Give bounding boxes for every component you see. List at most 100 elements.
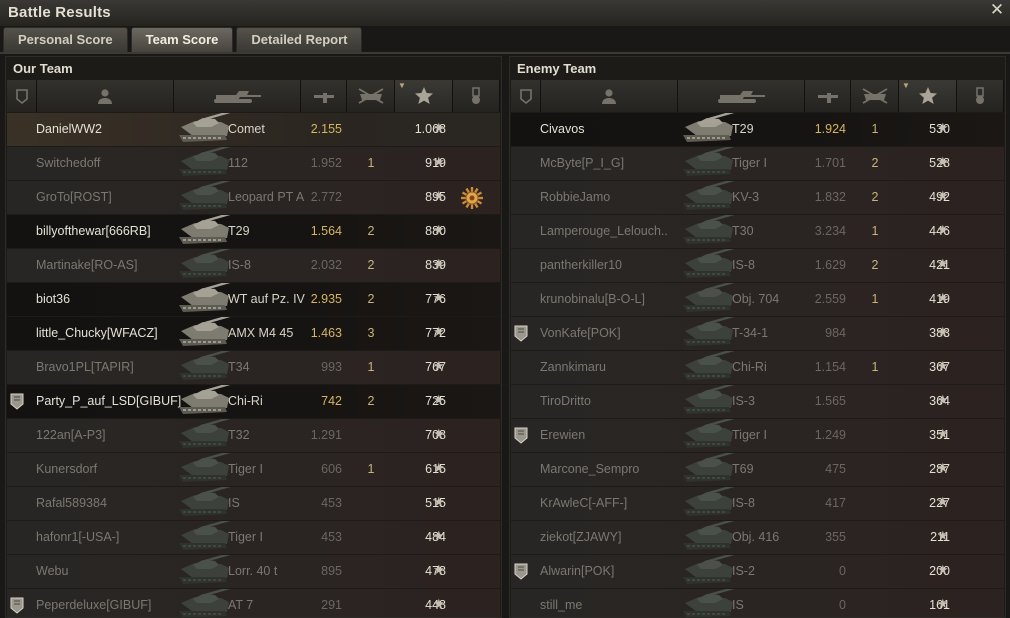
table-row[interactable]: Civavos T29 1.924 1 530 ★ — [511, 109, 1004, 146]
kills-value: 2 — [871, 156, 879, 170]
table-row[interactable]: Erewien Tiger I 1.249 351 ★ — [511, 415, 1004, 452]
tab-team-score[interactable]: Team Score — [130, 27, 234, 52]
star-icon: ★ — [937, 324, 949, 339]
column-header-squad[interactable] — [7, 80, 37, 112]
star-icon: ★ — [937, 562, 949, 577]
table-row[interactable]: KrAwleC[-AFF-] IS-8 417 227 ★ — [511, 483, 1004, 520]
column-header-damage-gun[interactable] — [301, 80, 347, 112]
damage-value: 453 — [321, 496, 342, 510]
enemy-team-rows: Civavos T29 1.924 1 530 ★ McByte[P_I_G] Tiger I… — [511, 109, 1004, 617]
player-icon — [602, 89, 616, 104]
star-icon: ★ — [433, 120, 445, 135]
column-header-medal[interactable] — [957, 80, 1004, 112]
star-icon: ★ — [937, 256, 949, 271]
kills-value: 2 — [367, 224, 375, 238]
tank-name: IS — [228, 496, 240, 510]
table-row[interactable]: krunobinalu[B-O-L] Obj. 704 2.559 1 419 ★ — [511, 279, 1004, 316]
table-row[interactable]: Party_P_auf_LSD[GIBUF] Chi-Ri 742 2 725 ★ — [7, 381, 500, 418]
column-header-kills[interactable] — [347, 80, 395, 112]
damage-value: 417 — [825, 496, 846, 510]
enemy-team-panel: Enemy Team ▼ Civavos T29 1.924 1 530 ★ McByte[… — [509, 56, 1006, 618]
column-header-damage-gun[interactable] — [805, 80, 851, 112]
star-icon: ★ — [937, 460, 949, 475]
xp-star-icon — [414, 87, 433, 104]
column-header-tank[interactable] — [174, 80, 301, 112]
damage-value: 2.559 — [814, 292, 846, 306]
table-row[interactable]: GroTo[ROST] Leopard PT A 2.772 895 ★ — [7, 177, 500, 214]
table-row[interactable]: little_Chucky[WFACZ] AMX M4 45 1.463 3 772 ★ — [7, 313, 500, 350]
damage-value: 1.564 — [310, 224, 342, 238]
damage-value: 1.832 — [814, 190, 846, 204]
tank-icon — [214, 91, 261, 103]
table-row[interactable]: Marcone_Sempro T69 475 287 ★ — [511, 449, 1004, 486]
table-row[interactable]: Rafal589384 IS 453 515 ★ — [7, 483, 500, 520]
column-header-kills[interactable] — [851, 80, 899, 112]
star-icon: ★ — [433, 460, 445, 475]
damage-value: 1.249 — [814, 428, 846, 442]
squad-icon — [9, 597, 25, 614]
star-icon: ★ — [937, 222, 949, 237]
table-row[interactable]: biot36 WT auf Pz. IV 2.935 2 776 ★ — [7, 279, 500, 316]
table-row[interactable]: Zannkimaru Chi-Ri 1.154 1 367 ★ — [511, 347, 1004, 384]
damage-value: 1.952 — [310, 156, 342, 170]
table-row[interactable]: 122an[A-P3] T32 1.291 708 ★ — [7, 415, 500, 452]
table-row[interactable]: Kunersdorf Tiger I 606 1 615 ★ — [7, 449, 500, 486]
player-name: still_me — [540, 598, 583, 612]
player-name: Webu — [36, 564, 69, 578]
column-header-xp-star[interactable]: ▼ — [395, 80, 453, 112]
kills-value: 1 — [871, 360, 879, 374]
player-name: McByte[P_I_G] — [540, 156, 625, 170]
table-row[interactable]: Bravo1PL[TAPIR] T34 993 1 767 ★ — [7, 347, 500, 384]
table-row[interactable]: billyofthewar[666RB] T29 1.564 2 880 ★ — [7, 211, 500, 248]
table-row[interactable]: RobbieJamo KV-3 1.832 2 492 ★ — [511, 177, 1004, 214]
tank-name: IS-8 — [732, 496, 755, 510]
enemy-team-header: ▼ — [511, 80, 1004, 112]
table-row[interactable]: Martinake[RO-AS] IS-8 2.032 2 839 ★ — [7, 245, 500, 282]
damage-value: 1.463 — [310, 326, 342, 340]
tank-name: Tiger I — [228, 530, 263, 544]
kills-value: 3 — [367, 326, 375, 340]
kills-value: 2 — [367, 394, 375, 408]
kills-value: 1 — [871, 224, 879, 238]
table-row[interactable]: TiroDritto IS-3 1.565 364 ★ — [511, 381, 1004, 418]
tank-name: Obj. 416 — [732, 530, 780, 544]
tab-detailed-report[interactable]: Detailed Report — [236, 27, 363, 52]
column-header-player[interactable] — [541, 80, 678, 112]
player-name: Martinake[RO-AS] — [36, 258, 138, 272]
table-row[interactable]: Switchedoff 112 1.952 1 919 ★ — [7, 143, 500, 180]
column-header-squad[interactable] — [511, 80, 541, 112]
table-row[interactable]: Lamperouge_Lelouch.. T30 3.234 1 446 ★ — [511, 211, 1004, 248]
table-row[interactable]: ziekot[ZJAWY] Obj. 416 355 211 ★ — [511, 517, 1004, 554]
table-row[interactable]: Webu Lorr. 40 t 895 478 ★ — [7, 551, 500, 588]
damage-value: 3.234 — [814, 224, 846, 238]
column-header-medal[interactable] — [453, 80, 500, 112]
tab-personal-score[interactable]: Personal Score — [3, 27, 128, 52]
our-team-panel: Our Team ▼ DanielWW2 Comet 2.155 1.068 ★ Swit… — [5, 56, 502, 618]
star-icon: ★ — [937, 290, 949, 305]
column-header-xp-star[interactable]: ▼ — [899, 80, 957, 112]
table-row[interactable]: hafonr1[-USA-] Tiger I 453 484 ★ — [7, 517, 500, 554]
star-icon: ★ — [433, 154, 445, 169]
tank-name: IS-8 — [228, 258, 251, 272]
column-header-player[interactable] — [37, 80, 174, 112]
star-icon: ★ — [937, 596, 949, 611]
enemy-team-title: Enemy Team — [517, 61, 597, 76]
tank-name: AMX M4 45 — [228, 326, 294, 340]
close-icon: ✕ — [989, 0, 1005, 19]
table-row[interactable]: DanielWW2 Comet 2.155 1.068 ★ — [7, 109, 500, 146]
tank-name: Lorr. 40 t — [228, 564, 278, 578]
table-row[interactable]: Peperdeluxe[GIBUF] AT 7 291 448 ★ — [7, 585, 500, 617]
table-row[interactable]: Alwarin[POK] IS-2 0 200 ★ — [511, 551, 1004, 588]
player-name: Peperdeluxe[GIBUF] — [36, 598, 152, 612]
star-icon: ★ — [433, 494, 445, 509]
star-icon: ★ — [433, 562, 445, 577]
star-icon: ★ — [433, 222, 445, 237]
damage-value: 453 — [321, 530, 342, 544]
table-row[interactable]: pantherkiller10 IS-8 1.629 2 421 ★ — [511, 245, 1004, 282]
close-button[interactable]: ✕ — [988, 1, 1006, 19]
table-row[interactable]: still_me IS 0 161 ★ — [511, 585, 1004, 617]
column-header-tank[interactable] — [678, 80, 805, 112]
table-row[interactable]: McByte[P_I_G] Tiger I 1.701 2 528 ★ — [511, 143, 1004, 180]
table-row[interactable]: VonKafe[POK] T-34-1 984 383 ★ — [511, 313, 1004, 350]
star-icon: ★ — [937, 120, 949, 135]
